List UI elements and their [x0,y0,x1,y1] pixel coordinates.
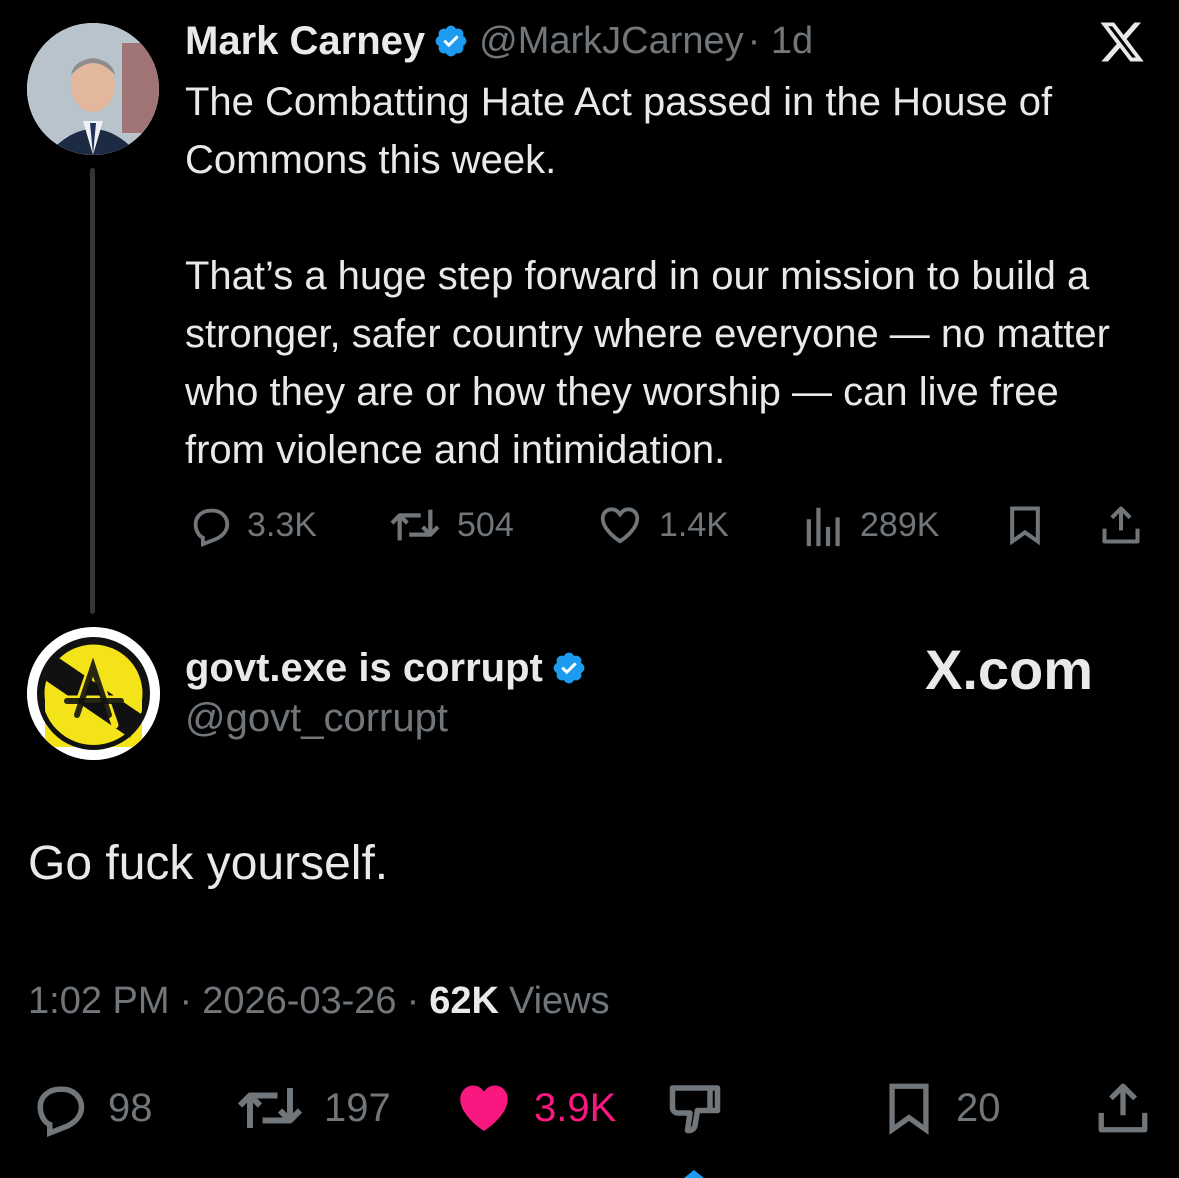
bookmark-button[interactable] [1003,500,1047,550]
thumbs-down-icon [669,1085,721,1134]
repost-button[interactable]: 197 [234,1075,391,1141]
like-button[interactable]: 3.9K [452,1075,616,1141]
like-count: 1.4K [659,505,729,544]
heart-filled-icon [460,1085,508,1131]
reply-button[interactable]: 98 [28,1075,153,1141]
bookmark-button[interactable]: 20 [880,1075,1001,1141]
repost-count: 504 [457,505,514,544]
thread-connector-line [90,168,95,614]
tweet-meta: 1:02 PM · 2026-03-26 · 62K Views [28,980,610,1023]
repost-icon [237,1088,303,1128]
views-button[interactable]: 289K [802,500,939,550]
views-bar-icon [806,507,840,547]
x-logo-icon [1100,22,1144,62]
downvote-button[interactable] [664,1075,726,1141]
share-button[interactable] [1099,500,1143,550]
views-count: 289K [860,505,940,544]
share-icon [1098,1083,1148,1133]
tweet-date[interactable]: 2026-03-26 [202,980,396,1023]
watermark-text: X.com [925,637,1094,701]
repost-icon [390,509,440,541]
bookmark-count: 20 [956,1085,1001,1130]
parent-tweet-text: The Combatting Hate Act passed in the Ho… [185,80,1110,472]
reply-count: 98 [108,1085,153,1130]
reply-button[interactable]: 3.3K [187,500,317,550]
share-button[interactable] [1094,1075,1152,1141]
anarchy-symbol-avatar [27,627,160,760]
author-name[interactable]: govt.exe is corrupt [185,646,543,691]
reply-tweet-actions: 98 197 3.9K 20 [28,1075,1153,1141]
tweet-age: · 1d [747,19,814,62]
avatar[interactable] [27,23,159,155]
bookmark-icon [889,1083,929,1135]
x-com-watermark: X.com [925,636,1093,702]
parent-tweet-header: Mark Carney @MarkJCarney · 1d [185,14,813,68]
reply-icon [37,1086,85,1138]
avatar[interactable] [27,627,160,760]
like-button[interactable]: 1.4K [595,500,729,550]
tweet-time[interactable]: 1:02 PM [28,980,170,1023]
avatar-photo [27,23,159,155]
parent-tweet-actions: 3.3K 504 1.4K 289K [185,500,1150,550]
reply-count: 3.3K [247,505,317,544]
author-name[interactable]: Mark Carney [185,19,425,64]
repost-count: 197 [324,1085,391,1130]
reply-tweet-text: Go fuck yourself. [28,837,389,890]
heart-outline-icon [600,507,640,544]
views-label: Views [508,980,610,1022]
views-count: 62K [429,980,499,1022]
verified-badge-icon [553,652,585,684]
like-count: 3.9K [534,1085,617,1130]
share-icon [1102,506,1140,544]
verified-badge-icon [435,25,467,57]
author-handle[interactable]: @MarkJCarney [479,20,744,63]
reply-icon [193,508,230,547]
repost-button[interactable]: 504 [387,500,514,550]
reply-tweet-header: govt.exe is corrupt [185,640,597,696]
caret-up-icon [684,1170,704,1178]
bookmark-icon [1010,506,1040,546]
author-handle[interactable]: @govt_corrupt [185,696,448,741]
